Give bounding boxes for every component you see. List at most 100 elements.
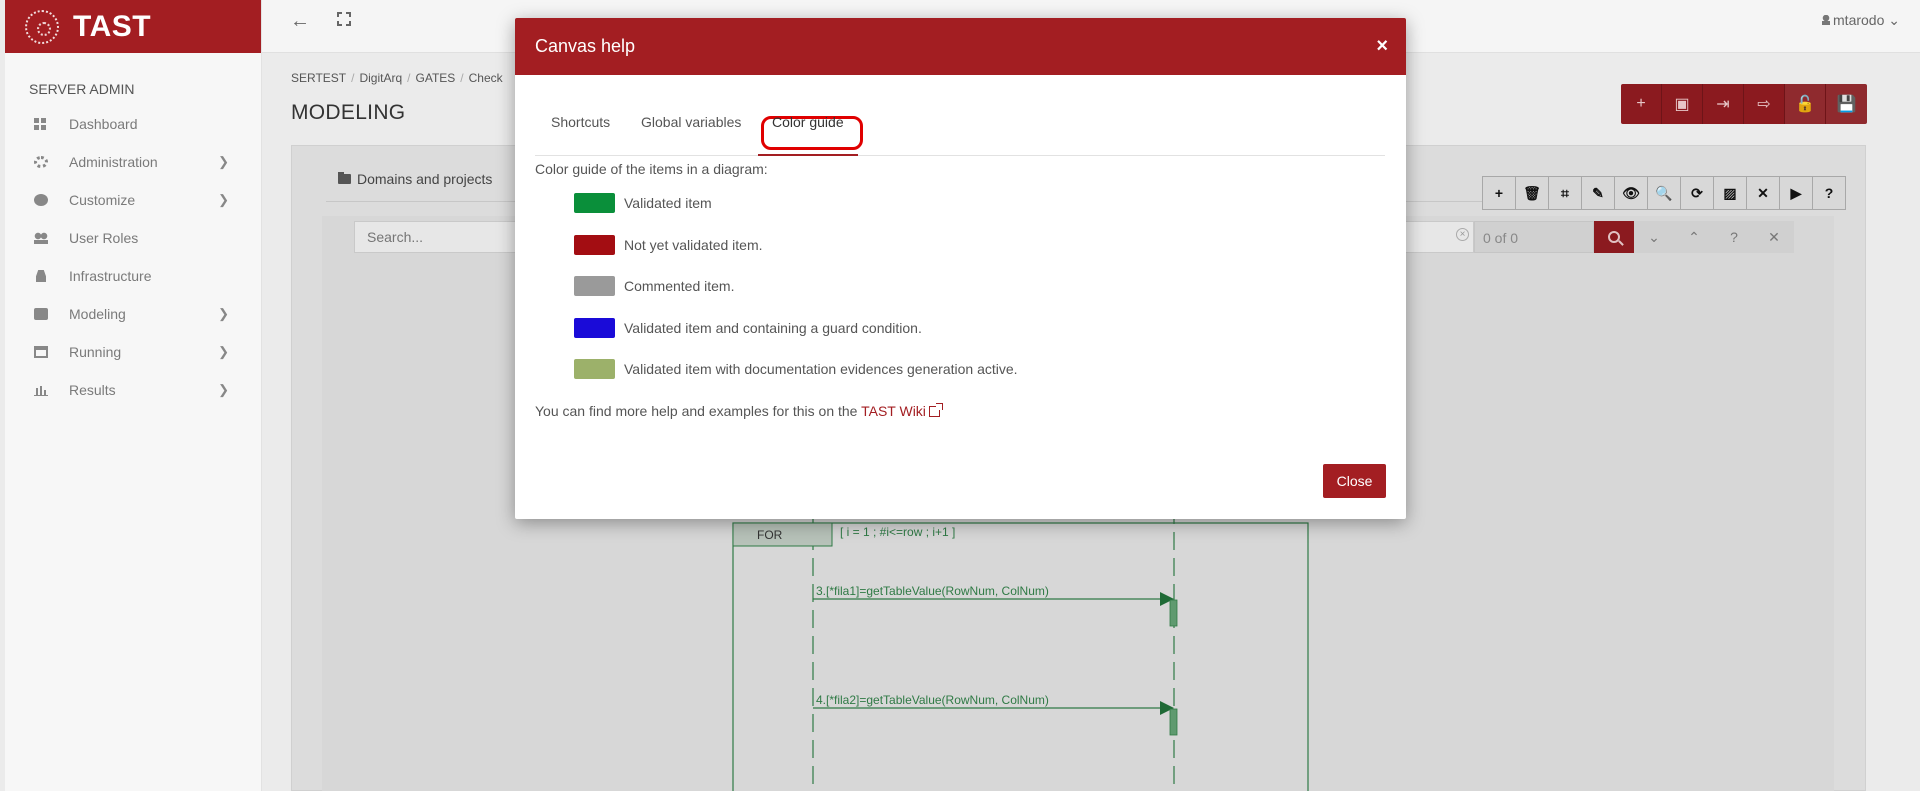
chevron-right-icon: ❯ [218,382,229,397]
color-swatch-guard-condition [574,318,615,338]
fullscreen-icon[interactable] [337,12,351,26]
app-name: TAST [73,9,152,43]
message-4[interactable]: 4.[*fila2]=getTableValue(RowNum, ColNum) [813,693,1178,736]
canvas-toolbar: + 🗑 ⌗ ✎ 👁 🔍 ⟳ ▨ ✕ ▶ ? [1482,176,1846,210]
delete-button[interactable]: 🗑 [1515,176,1549,210]
dashboard-icon [34,118,48,130]
sidebar-item-label: Dashboard [69,116,138,132]
breadcrumb-item[interactable]: Check [469,71,503,85]
user-menu[interactable]: mtarodo ⌄ [1822,12,1900,29]
unlock-button[interactable]: 🔓 [1785,84,1826,124]
wiki-prefix: You can find more help and examples for … [535,403,862,419]
sidebar-item-user-roles[interactable]: User Roles [5,219,261,257]
sidebar-heading: SERVER ADMIN [29,81,135,97]
message-3-label: 3.[*fila1]=getTableValue(RowNum, ColNum) [816,584,1049,598]
color-swatch-validated [574,193,615,213]
breadcrumb: SERTEST / DigitArq / GATES / Check [291,71,503,85]
sidebar-item-results[interactable]: Results ❯ [5,371,261,409]
image-button[interactable]: ▨ [1713,176,1747,210]
shuffle-button[interactable]: ✕ [1746,176,1780,210]
play-button[interactable]: ▶ [1779,176,1813,210]
calendar-icon [34,346,48,358]
model-actions: + ▣ ⇥ ⇨ 🔓 💾 [1621,84,1867,124]
search-button[interactable]: 🔍 [1647,176,1681,210]
sidebar: TAST SERVER ADMIN Dashboard Administrati… [5,0,262,791]
user-icon [1822,15,1831,25]
color-guide-row: Validated item with documentation eviden… [574,359,1018,379]
view-button[interactable]: 👁 [1614,176,1648,210]
help-button[interactable]: ? [1812,176,1846,210]
for-loop-frame[interactable]: FOR [ i = 1 ; #i<=row ; i+1 ] [732,522,1309,791]
sidebar-item-dashboard[interactable]: Dashboard [5,105,261,143]
tast-wiki-link[interactable]: TAST Wiki [861,403,943,419]
username: mtarodo [1833,12,1885,28]
tab-domains-and-projects[interactable]: Domains and projects [338,171,492,187]
color-guide-intro: Color guide of the items in a diagram: [535,161,768,177]
document-button[interactable]: ▣ [1662,84,1703,124]
modal-tabs: Shortcuts Global variables Color guide [535,94,1385,156]
chevron-right-icon: ❯ [218,306,229,321]
color-swatch-documentation [574,359,615,379]
color-guide-label: Validated item with documentation eviden… [624,361,1018,377]
folder-icon [338,172,351,184]
color-guide-label: Validated item and containing a guard co… [624,320,922,336]
color-guide-row: Validated item and containing a guard co… [574,318,922,338]
chevron-right-icon: ❯ [218,192,229,207]
modal-header: Canvas help × [515,18,1406,75]
sidebar-item-administration[interactable]: Administration ❯ [5,143,261,181]
sidebar-item-label: Infrastructure [69,268,152,284]
sidebar-menu: Dashboard Administration ❯ Customize ❯ U… [5,105,261,409]
refresh-button[interactable]: ⟳ [1680,176,1714,210]
color-swatch-not-validated [574,235,615,255]
sidebar-item-label: User Roles [69,230,139,246]
magic-wand-button[interactable]: ✎ [1581,176,1615,210]
color-guide-row: Commented item. [574,276,734,296]
sidebar-item-customize[interactable]: Customize ❯ [5,181,261,219]
color-guide-label: Validated item [624,195,712,211]
users-icon [34,232,48,244]
crop-button[interactable]: ⌗ [1548,176,1582,210]
add-button[interactable]: + [1621,84,1662,124]
sidebar-item-label: Running [69,344,122,360]
import-button[interactable]: ⇥ [1703,84,1744,124]
wiki-help-text: You can find more help and examples for … [535,403,943,419]
close-button[interactable]: Close [1323,464,1386,498]
wiki-link-text: TAST Wiki [861,403,926,419]
sidebar-item-modeling[interactable]: Modeling ❯ [5,295,261,333]
breadcrumb-separator: / [460,71,464,85]
brand[interactable]: TAST [5,0,261,53]
breadcrumb-separator: / [407,71,411,85]
color-guide-row: Not yet validated item. [574,235,763,255]
page-title: MODELING [291,101,406,124]
sidebar-item-running[interactable]: Running ❯ [5,333,261,371]
road-icon [34,270,48,282]
tab-global-variables[interactable]: Global variables [641,114,741,130]
color-guide-label: Not yet validated item. [624,237,763,253]
save-button[interactable]: 💾 [1826,84,1867,124]
bar-chart-icon [34,384,48,396]
color-swatch-commented [574,276,615,296]
modal-title: Canvas help [535,36,636,56]
tab-label: Domains and projects [357,171,493,187]
message-4-label: 4.[*fila2]=getTableValue(RowNum, ColNum) [816,693,1049,707]
chevron-down-icon: ⌄ [1888,12,1900,28]
active-tab-underline [758,154,858,156]
tab-color-guide[interactable]: Color guide [772,114,844,130]
tab-shortcuts[interactable]: Shortcuts [551,114,610,130]
breadcrumb-item[interactable]: SERTEST [291,71,346,85]
gear-icon [34,156,48,168]
sidebar-item-label: Administration [69,154,158,170]
export-button[interactable]: ⇨ [1744,84,1785,124]
sidebar-item-label: Customize [69,192,136,208]
breadcrumb-item[interactable]: GATES [416,71,456,85]
external-link-icon [928,403,943,417]
chevron-right-icon: ❯ [218,154,229,169]
sidebar-item-label: Results [69,382,116,398]
breadcrumb-item[interactable]: DigitArq [359,71,402,85]
sidebar-item-infrastructure[interactable]: Infrastructure [5,257,261,295]
add-item-button[interactable]: + [1482,176,1516,210]
message-3[interactable]: 3.[*fila1]=getTableValue(RowNum, ColNum) [813,584,1178,627]
back-arrow-icon[interactable]: ← [290,10,310,33]
close-icon[interactable]: × [1376,35,1388,58]
for-condition: [ i = 1 ; #i<=row ; i+1 ] [840,525,955,539]
